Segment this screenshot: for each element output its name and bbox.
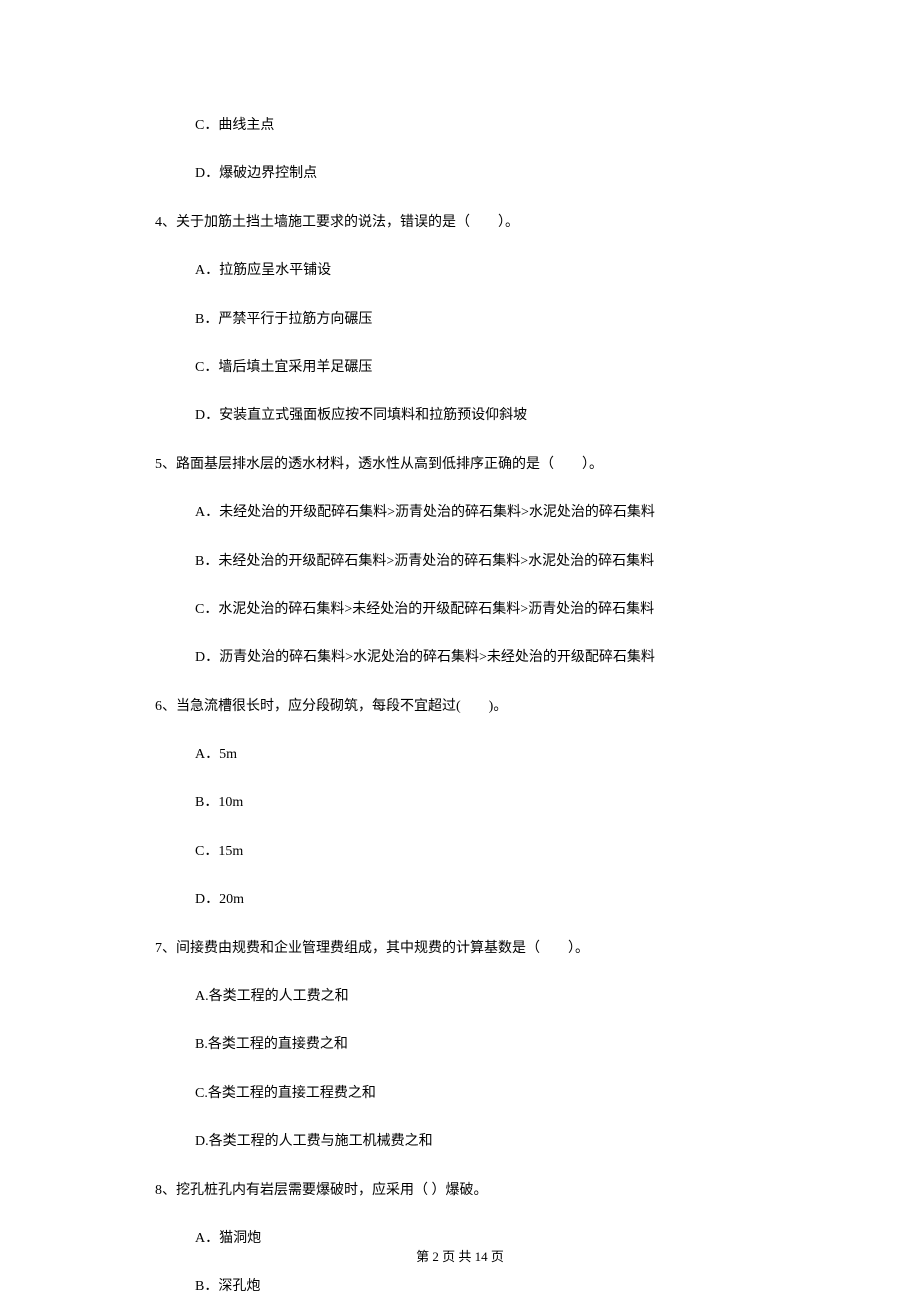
- q6-option-d: D．20m: [155, 889, 765, 911]
- q6-option-c: C．15m: [155, 841, 765, 863]
- q3-option-c: C．曲线主点: [155, 115, 765, 137]
- page-footer: 第 2 页 共 14 页: [0, 1247, 920, 1268]
- q7-option-b: B.各类工程的直接费之和: [155, 1034, 765, 1056]
- q6-option-b: B．10m: [155, 792, 765, 814]
- q5-option-a: A．未经处治的开级配碎石集料>沥青处治的碎石集料>水泥处治的碎石集料: [155, 502, 765, 524]
- q7-stem: 7、间接费由规费和企业管理费组成，其中规费的计算基数是（ ）。: [155, 938, 765, 960]
- page-content: C．曲线主点 D．爆破边界控制点 4、关于加筋土挡土墙施工要求的说法，错误的是（…: [0, 0, 920, 1299]
- q7-option-d: D.各类工程的人工费与施工机械费之和: [155, 1131, 765, 1153]
- q4-option-d: D．安装直立式强面板应按不同填料和拉筋预设仰斜坡: [155, 405, 765, 427]
- q4-option-c: C．墙后填土宜采用羊足碾压: [155, 357, 765, 379]
- q6-stem: 6、当急流槽很长时，应分段砌筑，每段不宜超过( )。: [155, 696, 765, 718]
- q7-option-a: A.各类工程的人工费之和: [155, 986, 765, 1008]
- q5-option-d: D．沥青处治的碎石集料>水泥处治的碎石集料>未经处治的开级配碎石集料: [155, 647, 765, 669]
- q8-stem: 8、挖孔桩孔内有岩层需要爆破时，应采用（ ）爆破。: [155, 1180, 765, 1202]
- q8-option-b: B．深孔炮: [155, 1276, 765, 1298]
- q4-option-b: B．严禁平行于拉筋方向碾压: [155, 309, 765, 331]
- q4-option-a: A．拉筋应呈水平铺设: [155, 260, 765, 282]
- q4-stem: 4、关于加筋土挡土墙施工要求的说法，错误的是（ ）。: [155, 212, 765, 234]
- q3-option-d: D．爆破边界控制点: [155, 163, 765, 185]
- q6-option-a: A．5m: [155, 744, 765, 766]
- q5-option-b: B．未经处治的开级配碎石集料>沥青处治的碎石集料>水泥处治的碎石集料: [155, 551, 765, 573]
- q5-stem: 5、路面基层排水层的透水材料，透水性从高到低排序正确的是（ ）。: [155, 454, 765, 476]
- q7-option-c: C.各类工程的直接工程费之和: [155, 1083, 765, 1105]
- q5-option-c: C．水泥处治的碎石集料>未经处治的开级配碎石集料>沥青处治的碎石集料: [155, 599, 765, 621]
